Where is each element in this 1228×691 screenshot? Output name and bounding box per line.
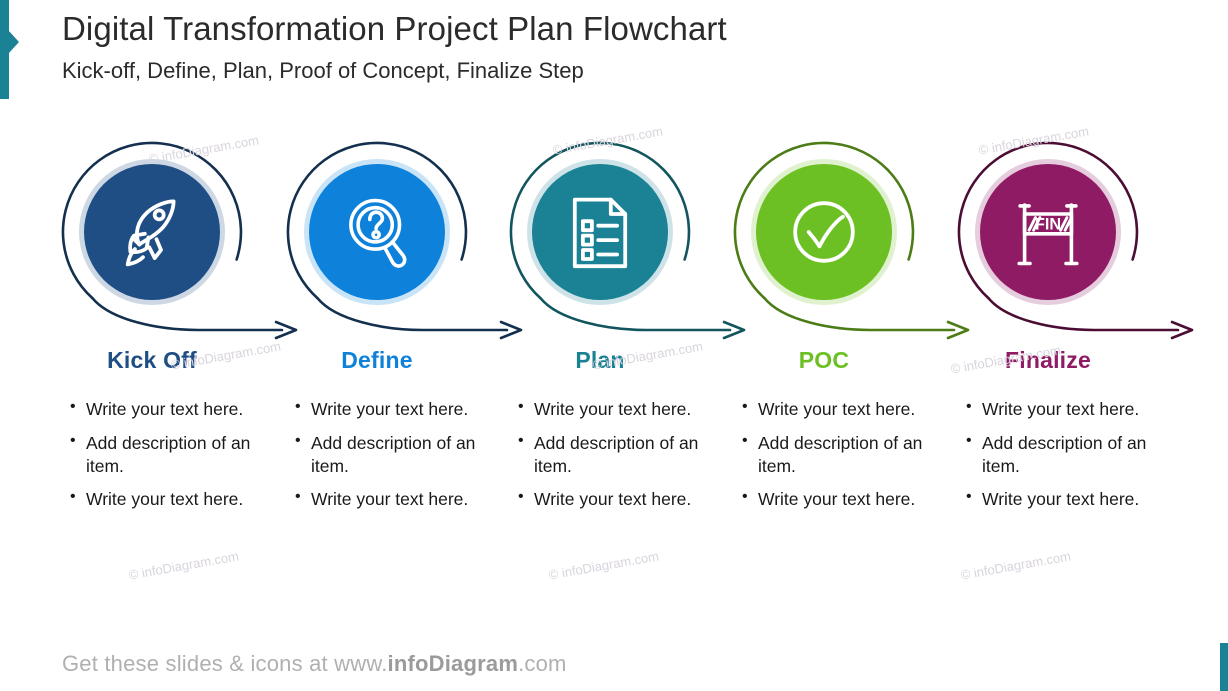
step-bullet-item: Write your text here.: [516, 397, 712, 421]
page-subtitle: Kick-off, Define, Plan, Proof of Concept…: [62, 58, 584, 83]
svg-text:FIN: FIN: [1035, 215, 1061, 233]
step-bullet-list: Write your text here. Add description of …: [964, 397, 1160, 511]
step-label: Define: [341, 347, 413, 373]
step-label: Finalize: [1005, 347, 1091, 373]
step-label: POC: [798, 347, 850, 373]
step-label: Kick Off: [107, 347, 197, 373]
step-disc[interactable]: [532, 164, 668, 300]
footer-suffix: .com: [518, 651, 567, 676]
step-bullet-item: Add description of an item.: [68, 431, 264, 478]
flow-step-poc[interactable]: POC Write your text here. Add description …: [712, 128, 970, 522]
step-icon-graphic[interactable]: [40, 128, 298, 343]
step-bullet-item: Write your text here.: [516, 487, 712, 511]
flow-step-kick-off[interactable]: Kick Off Write your text here. Add descrip…: [40, 128, 298, 522]
step-bullet-item: Write your text here.: [964, 487, 1160, 511]
step-bullet-item: Add description of an item.: [964, 431, 1160, 478]
step-arrow-shaft: [91, 296, 284, 332]
step-disc[interactable]: [84, 164, 220, 300]
step-bullet-item: Write your text here.: [740, 487, 936, 511]
step-graphic-svg: FIN: [957, 141, 1194, 340]
step-icon-graphic[interactable]: [712, 128, 970, 343]
step-label: Plan: [575, 347, 625, 373]
step-icon-graphic[interactable]: [265, 128, 523, 343]
footer-credit: Get these slides & icons at www.infoDiag…: [62, 651, 567, 677]
step-bullet-item: Write your text here.: [68, 397, 264, 421]
flow-step-finalize[interactable]: FIN Finalize Write your text here. Add des…: [936, 128, 1194, 522]
step-arrow-shaft: [987, 296, 1180, 332]
step-bullet-list: Write your text here. Add description of …: [740, 397, 936, 511]
flow-step-plan[interactable]: Plan Write your text here. Add description…: [488, 128, 746, 522]
step-arrow-shaft: [316, 296, 509, 332]
step-bullet-list: Write your text here. Add description of …: [293, 397, 489, 511]
step-icon-graphic[interactable]: FIN: [936, 128, 1194, 343]
step-bullet-item: Add description of an item.: [293, 431, 489, 478]
step-bullet-item: Write your text here.: [293, 487, 489, 511]
step-disc[interactable]: [756, 164, 892, 300]
footer-prefix: Get these slides & icons at www.: [62, 651, 388, 676]
step-arrow-shaft: [763, 296, 956, 332]
step-icon-graphic[interactable]: [488, 128, 746, 343]
footer-brand: infoDiagram: [387, 651, 519, 676]
step-bullet-item: Write your text here.: [964, 397, 1160, 421]
flow-step-define[interactable]: Define Write your text here. Add descripti…: [265, 128, 523, 522]
step-bullet-item: Write your text here.: [293, 397, 489, 421]
step-bullet-list: Write your text here. Add description of …: [68, 397, 264, 511]
page-title: Digital Transformation Project Plan Flow…: [62, 10, 727, 47]
step-bullet-item: Write your text here.: [68, 487, 264, 511]
step-bullet-list: Write your text here. Add description of …: [516, 397, 712, 511]
step-bullet-item: Write your text here.: [740, 397, 936, 421]
flowchart-steps: Kick Off Write your text here. Add descrip…: [0, 128, 1228, 588]
step-arrow-shaft: [539, 296, 732, 332]
right-accent-bar: [1220, 643, 1228, 691]
step-bullet-item: Add description of an item.: [516, 431, 712, 478]
left-accent-chevron-icon: [8, 30, 19, 54]
step-bullet-item: Add description of an item.: [740, 431, 936, 478]
